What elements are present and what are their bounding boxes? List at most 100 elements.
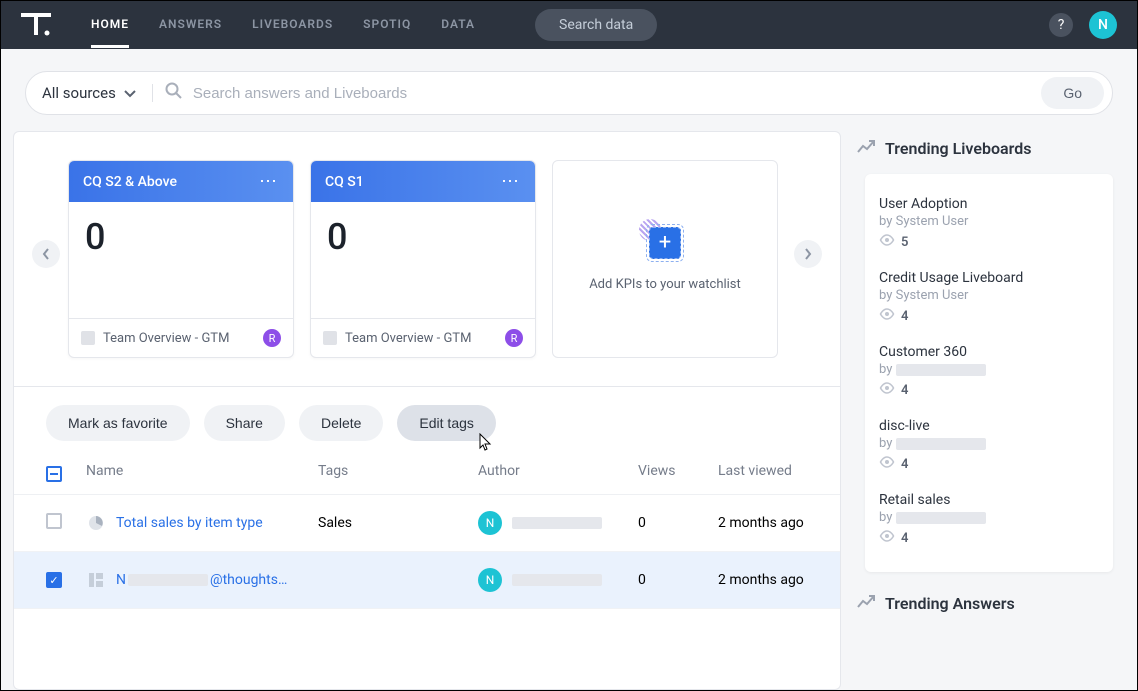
eye-icon [879,456,895,472]
trending-by: by [879,436,1099,451]
source-label: All sources [42,84,116,102]
kpi-badge: R [505,329,523,347]
kpi-card[interactable]: CQ S1 ⋯ 0 Team Overview - GTM R [310,160,536,358]
kpi-source: Team Overview - GTM [103,331,229,346]
add-kpi-text: Add KPIs to your watchlist [589,277,741,292]
trending-item[interactable]: Customer 360 by 4 [879,336,1099,410]
trending-item[interactable]: Credit Usage Liveboardby System User4 [879,262,1099,336]
trending-icon [857,139,875,158]
kpi-badge: R [263,329,281,347]
trending-title: Retail sales [879,492,1099,508]
search-bar: All sources Go [25,71,1113,115]
nav-data[interactable]: DATA [441,3,475,48]
cell-tags: Sales [318,515,478,531]
delete-button[interactable]: Delete [299,405,383,441]
eye-icon [879,308,895,324]
eye-icon [879,530,895,546]
name-redacted [128,574,208,586]
edit-tags-button[interactable]: Edit tags [397,405,495,441]
trending-icon [857,594,875,613]
table-row[interactable]: Total sales by item type Sales N 0 2 mon… [14,495,840,552]
row-checkbox[interactable] [46,513,62,529]
carousel-next[interactable] [794,240,822,268]
liveboard-icon [81,331,95,345]
trending-by: by System User [879,214,1099,229]
bulk-actions: Mark as favorite Share Delete Edit tags [14,386,840,449]
trending-by: by System User [879,288,1099,303]
user-avatar[interactable]: N [1089,11,1117,39]
plus-icon: + [649,227,681,259]
eye-icon [879,382,895,398]
help-icon[interactable]: ? [1049,13,1073,37]
author-redacted [512,517,602,529]
by-redacted [896,364,986,376]
source-selector[interactable]: All sources [42,84,153,102]
trending-liveboards-panel: Trending Liveboards User Adoption by Syst… [853,131,1125,572]
trending-title: disc-live [879,418,1099,434]
nav-answers[interactable]: ANSWERS [159,3,222,48]
search-icon [165,82,183,104]
trending-views: 4 [879,382,1099,398]
item-name-link[interactable]: Total sales by item type [116,515,263,531]
cell-last: 2 months ago [718,515,808,531]
col-tags[interactable]: Tags [318,463,478,482]
kpi-title: CQ S1 [325,174,364,190]
trending-by: by [879,510,1099,525]
eye-icon [879,234,895,250]
nav-spotiq[interactable]: SPOTIQ [363,3,411,48]
mark-favorite-button[interactable]: Mark as favorite [46,405,190,441]
kpi-card[interactable]: CQ S2 & Above ⋯ 0 Team Overview - GTM R [68,160,294,358]
top-nav: HOME ANSWERS LIVEBOARDS SPOTIQ DATA Sear… [1,1,1137,49]
kpi-watchlist: CQ S2 & Above ⋯ 0 Team Overview - GTM R … [14,132,840,376]
search-input[interactable] [183,85,1041,102]
trending-views: 4 [879,308,1099,324]
trending-views: 5 [879,234,1099,250]
trending-views: 4 [879,456,1099,472]
nav-liveboards[interactable]: LIVEBOARDS [252,3,333,48]
more-icon[interactable]: ⋯ [501,171,521,192]
kpi-value: 0 [311,202,535,318]
logo[interactable] [21,13,51,37]
by-redacted [896,438,986,450]
cell-views: 0 [638,515,718,531]
author-avatar: N [478,511,502,535]
table-header: Name Tags Author Views Last viewed [14,449,840,495]
item-name-link[interactable]: N@thoughts… [116,572,287,588]
kpi-value: 0 [69,202,293,318]
trending-item[interactable]: Retail sales by 4 [879,484,1099,558]
nav-search-data[interactable]: Search data [535,9,657,41]
trending-by: by [879,362,1099,377]
col-last[interactable]: Last viewed [718,463,808,482]
more-icon[interactable]: ⋯ [259,171,279,192]
col-author[interactable]: Author [478,463,638,482]
trending-answers-panel: Trending Answers [853,586,1125,621]
liveboard-icon [323,331,337,345]
col-name[interactable]: Name [86,463,318,482]
trending-views: 4 [879,530,1099,546]
panel-title: Trending Answers [885,594,1015,613]
liveboard-icon [86,570,106,590]
share-button[interactable]: Share [204,405,285,441]
trending-item[interactable]: disc-live by 4 [879,410,1099,484]
chevron-down-icon [124,84,136,102]
trending-item[interactable]: User Adoption by System User 5 [879,188,1099,262]
nav-home[interactable]: HOME [91,3,129,48]
select-all-checkbox[interactable] [46,466,62,482]
trending-title: User Adoption [879,196,1099,212]
col-views[interactable]: Views [638,463,718,482]
pie-chart-icon [86,513,106,533]
add-kpi-card[interactable]: + Add KPIs to your watchlist [552,160,778,358]
row-checkbox[interactable] [46,572,62,588]
nav-items: HOME ANSWERS LIVEBOARDS SPOTIQ DATA [91,3,475,48]
cell-views: 0 [638,572,718,588]
author-avatar: N [478,568,502,592]
content-table: Name Tags Author Views Last viewed Total… [14,449,840,609]
trending-title: Customer 360 [879,344,1099,360]
author-redacted [512,574,602,586]
kpi-title: CQ S2 & Above [83,174,177,190]
go-button[interactable]: Go [1041,77,1104,109]
carousel-prev[interactable] [32,240,60,268]
cell-last: 2 months ago [718,572,808,588]
table-row[interactable]: N@thoughts… N 0 2 months ago [14,552,840,609]
panel-title: Trending Liveboards [885,139,1031,158]
